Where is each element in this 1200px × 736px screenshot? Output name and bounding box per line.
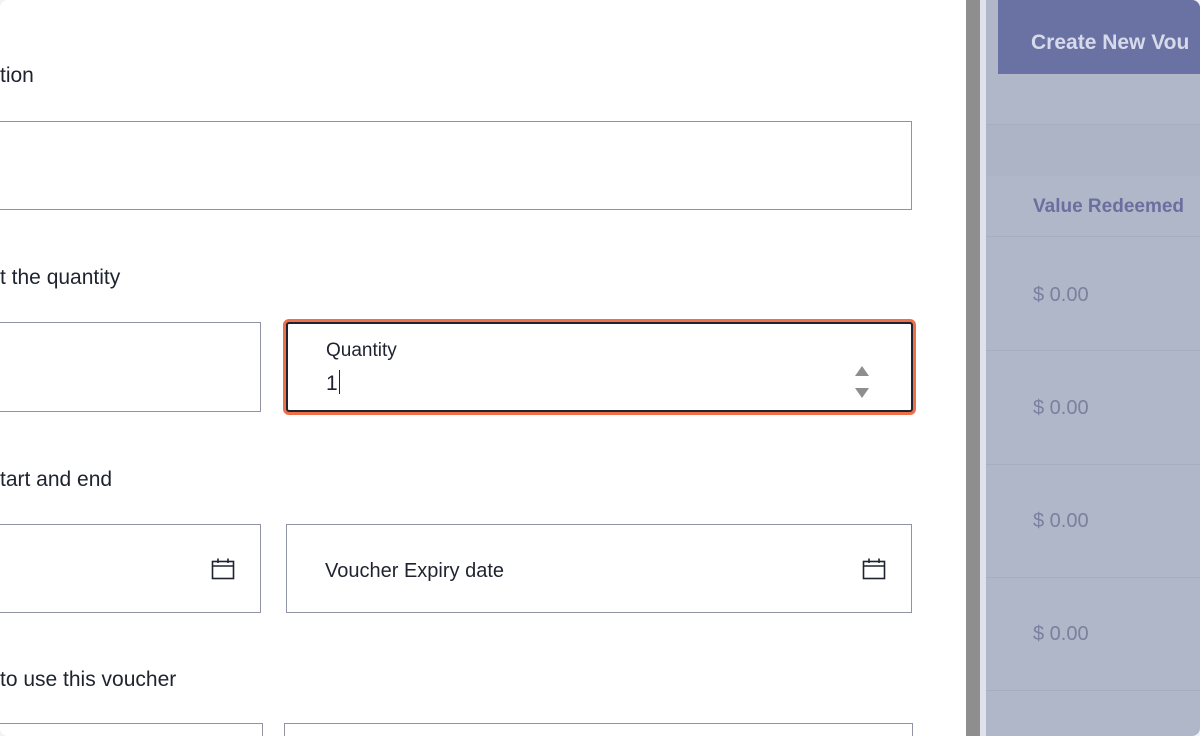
- expiry-date-label: Voucher Expiry date: [325, 560, 504, 582]
- app-window: tion t the quantity Quantity 1 tart and …: [0, 0, 1200, 736]
- section-label-description: tion: [0, 64, 34, 87]
- calendar-icon[interactable]: [862, 558, 886, 580]
- quantity-field[interactable]: Quantity 1: [286, 322, 913, 412]
- voucher-list-overlay: Create New Vou Value Redeemed $ 0.00 $ 0…: [986, 0, 1200, 736]
- usage-input-left[interactable]: [0, 723, 263, 736]
- quantity-field-value: 1: [326, 370, 340, 395]
- description-input[interactable]: [0, 121, 912, 210]
- table-cell-value-redeemed: $ 0.00: [1033, 510, 1089, 532]
- section-label-dates: tart and end: [0, 468, 113, 491]
- quantity-field-label: Quantity: [326, 340, 397, 361]
- decrement-arrow-icon[interactable]: [855, 388, 869, 398]
- quantity-type-input[interactable]: [0, 322, 261, 412]
- row-divider: [986, 464, 1200, 465]
- table-toolbar: [986, 124, 1200, 176]
- text-caret: [338, 370, 340, 394]
- section-label-quantity: t the quantity: [0, 266, 121, 289]
- table-cell-value-redeemed: $ 0.00: [1033, 397, 1089, 419]
- voucher-start-date-field[interactable]: [0, 524, 261, 613]
- voucher-expiry-date-field[interactable]: Voucher Expiry date: [286, 524, 912, 613]
- create-new-voucher-button[interactable]: Create New Vou: [998, 0, 1200, 74]
- row-divider: [986, 350, 1200, 351]
- row-divider: [986, 577, 1200, 578]
- row-divider: [986, 690, 1200, 691]
- increment-arrow-icon[interactable]: [855, 366, 869, 376]
- section-label-usage: to use this voucher: [0, 668, 177, 691]
- table-cell-value-redeemed: $ 0.00: [1033, 284, 1089, 306]
- usage-input-right[interactable]: [284, 723, 913, 736]
- stepper-arrows-icon[interactable]: [855, 366, 869, 400]
- voucher-form-panel: tion t the quantity Quantity 1 tart and …: [0, 0, 966, 736]
- calendar-icon[interactable]: [211, 558, 235, 580]
- column-header-value-redeemed: Value Redeemed: [1033, 196, 1185, 217]
- scrollbar[interactable]: [966, 0, 980, 736]
- row-divider: [986, 236, 1200, 237]
- table-cell-value-redeemed: $ 0.00: [1033, 623, 1089, 645]
